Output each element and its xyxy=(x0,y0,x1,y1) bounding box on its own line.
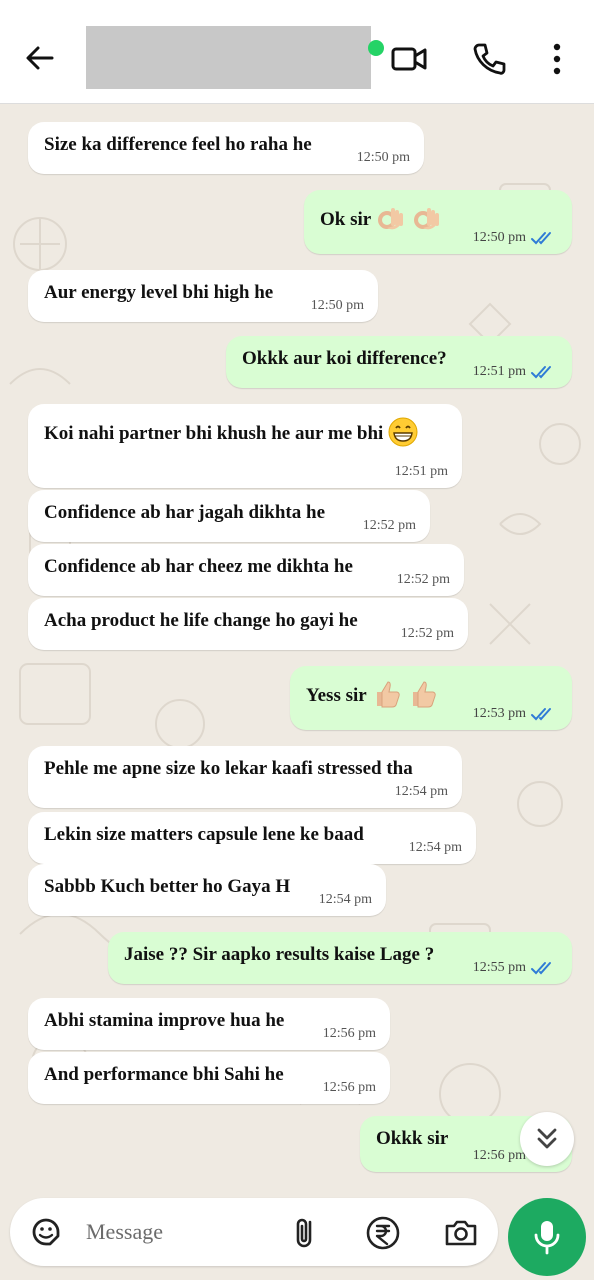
incoming-message[interactable]: Abhi stamina improve hua he 12:56 pm xyxy=(28,998,390,1050)
message-text: Okkk sir xyxy=(376,1128,449,1149)
sticker-icon xyxy=(32,1218,60,1246)
message-text: Sabbb Kuch better ho Gaya H xyxy=(44,876,291,897)
message-text: Yess sir xyxy=(306,685,367,707)
sticker-button[interactable] xyxy=(28,1214,64,1250)
message-text: Koi nahi partner bhi khush he aur me bhi xyxy=(44,423,384,445)
outgoing-message[interactable]: Ok sir 12:50 pm xyxy=(304,190,572,254)
incoming-message[interactable]: Lekin size matters capsule lene ke baad 1… xyxy=(28,812,476,864)
message-timestamp: 12:53 pm xyxy=(473,706,558,722)
message-text: Acha product he life change ho gayi he xyxy=(44,610,358,631)
attach-button[interactable] xyxy=(288,1214,324,1250)
read-receipt-icon xyxy=(531,707,551,721)
message-text: Confidence ab har cheez me dikhta he xyxy=(44,556,353,577)
message-text: Jaise ?? Sir aapko results kaise Lage ? xyxy=(124,944,435,965)
timestamp-text: 12:52 pm xyxy=(400,626,454,641)
camera-button[interactable] xyxy=(442,1214,480,1252)
ok-hand-emoji-icon xyxy=(371,202,443,240)
chat-header xyxy=(0,0,594,104)
outgoing-message[interactable]: Okkk aur koi difference? 12:51 pm xyxy=(226,336,572,388)
rupee-icon xyxy=(366,1216,400,1250)
timestamp-text: 12:55 pm xyxy=(472,960,526,975)
chevron-double-down-icon xyxy=(537,1128,557,1149)
thumbs-up-emoji-icon xyxy=(367,678,439,716)
message-timestamp: 12:50 pm xyxy=(311,298,364,314)
read-receipt-icon xyxy=(531,231,551,245)
incoming-message[interactable]: Sabbb Kuch better ho Gaya H 12:54 pm xyxy=(28,864,386,916)
message-timestamp: 12:52 pm xyxy=(397,572,450,588)
timestamp-text: 12:51 pm xyxy=(472,364,526,379)
timestamp-text: 12:54 pm xyxy=(394,784,448,799)
message-text: Confidence ab har jagah dikhta he xyxy=(44,502,326,523)
outgoing-message[interactable]: Jaise ?? Sir aapko results kaise Lage ? 1… xyxy=(108,932,572,984)
read-receipt-icon xyxy=(531,365,551,379)
timestamp-text: 12:50 pm xyxy=(356,150,410,165)
message-timestamp: 12:56 pm xyxy=(323,1080,376,1096)
composer-pill xyxy=(10,1198,498,1266)
message-timestamp: 12:55 pm xyxy=(473,960,558,976)
incoming-message[interactable]: Acha product he life change ho gayi he 12… xyxy=(28,598,468,650)
timestamp-text: 12:52 pm xyxy=(396,572,450,587)
phone-icon xyxy=(473,43,506,75)
message-input[interactable] xyxy=(86,1212,276,1252)
message-text: Aur energy level bhi high he xyxy=(44,282,274,303)
incoming-message[interactable]: Aur energy level bhi high he 12:50 pm xyxy=(28,270,378,322)
incoming-message[interactable]: Confidence ab har cheez me dikhta he 12:5… xyxy=(28,544,464,596)
more-options-button[interactable] xyxy=(540,40,578,78)
incoming-message[interactable]: Confidence ab har jagah dikhta he 12:52 p… xyxy=(28,490,430,542)
timestamp-text: 12:50 pm xyxy=(472,230,526,245)
attach-icon xyxy=(296,1218,312,1248)
message-text: Size ka difference feel ho raha he xyxy=(44,134,312,155)
timestamp-text: 12:50 pm xyxy=(310,298,364,313)
message-timestamp: 12:56 pm xyxy=(323,1026,376,1042)
message-timestamp: 12:50 pm xyxy=(357,150,410,166)
timestamp-text: 12:54 pm xyxy=(318,892,372,907)
read-receipt-icon xyxy=(531,961,551,975)
message-text: And performance bhi Sahi he xyxy=(44,1064,284,1085)
message-timestamp: 12:54 pm xyxy=(409,840,462,856)
contact-name-redacted[interactable] xyxy=(86,26,371,89)
timestamp-text: 12:51 pm xyxy=(394,464,448,479)
voice-call-button[interactable] xyxy=(470,40,508,78)
incoming-message[interactable]: Koi nahi partner bhi khush he aur me bhi… xyxy=(28,404,462,488)
outgoing-message[interactable]: Yess sir 12:53 pm xyxy=(290,666,572,730)
incoming-message[interactable]: Pehle me apne size ko lekar kaafi stress… xyxy=(28,746,462,808)
timestamp-text: 12:52 pm xyxy=(362,518,416,533)
mic-icon xyxy=(534,1221,560,1255)
message-text: Pehle me apne size ko lekar kaafi stress… xyxy=(44,758,413,779)
timestamp-text: 12:56 pm xyxy=(322,1026,376,1041)
payment-button[interactable] xyxy=(364,1214,402,1252)
timestamp-text: 12:56 pm xyxy=(472,1148,526,1163)
message-timestamp: 12:54 pm xyxy=(319,892,372,908)
incoming-message[interactable]: And performance bhi Sahi he 12:56 pm xyxy=(28,1052,390,1104)
scroll-to-bottom-button[interactable] xyxy=(520,1112,574,1166)
message-timestamp: 12:50 pm xyxy=(473,230,558,246)
message-timestamp: 12:51 pm xyxy=(473,364,558,380)
online-indicator xyxy=(368,40,384,56)
grin-emoji-icon xyxy=(383,416,419,454)
more-vert-icon xyxy=(553,43,561,75)
voice-message-button[interactable] xyxy=(508,1198,586,1276)
message-text: Abhi stamina improve hua he xyxy=(44,1010,285,1031)
message-text: Lekin size matters capsule lene ke baad xyxy=(44,824,364,845)
composer-bar xyxy=(0,1194,594,1280)
back-arrow-icon xyxy=(26,46,54,70)
video-call-button[interactable] xyxy=(390,40,428,78)
message-timestamp: 12:54 pm xyxy=(395,784,448,800)
message-text: Ok sir xyxy=(320,209,372,231)
message-timestamp: 12:51 pm xyxy=(395,464,448,480)
message-timestamp: 12:52 pm xyxy=(363,518,416,534)
timestamp-text: 12:56 pm xyxy=(322,1080,376,1095)
timestamp-text: 12:54 pm xyxy=(408,840,462,855)
message-text: Okkk aur koi difference? xyxy=(242,348,447,369)
back-button[interactable] xyxy=(22,40,58,76)
timestamp-text: 12:53 pm xyxy=(472,706,526,721)
video-call-icon xyxy=(391,47,427,71)
camera-icon xyxy=(445,1220,477,1246)
incoming-message[interactable]: Size ka difference feel ho raha he 12:50 … xyxy=(28,122,424,174)
message-timestamp: 12:52 pm xyxy=(401,626,454,642)
